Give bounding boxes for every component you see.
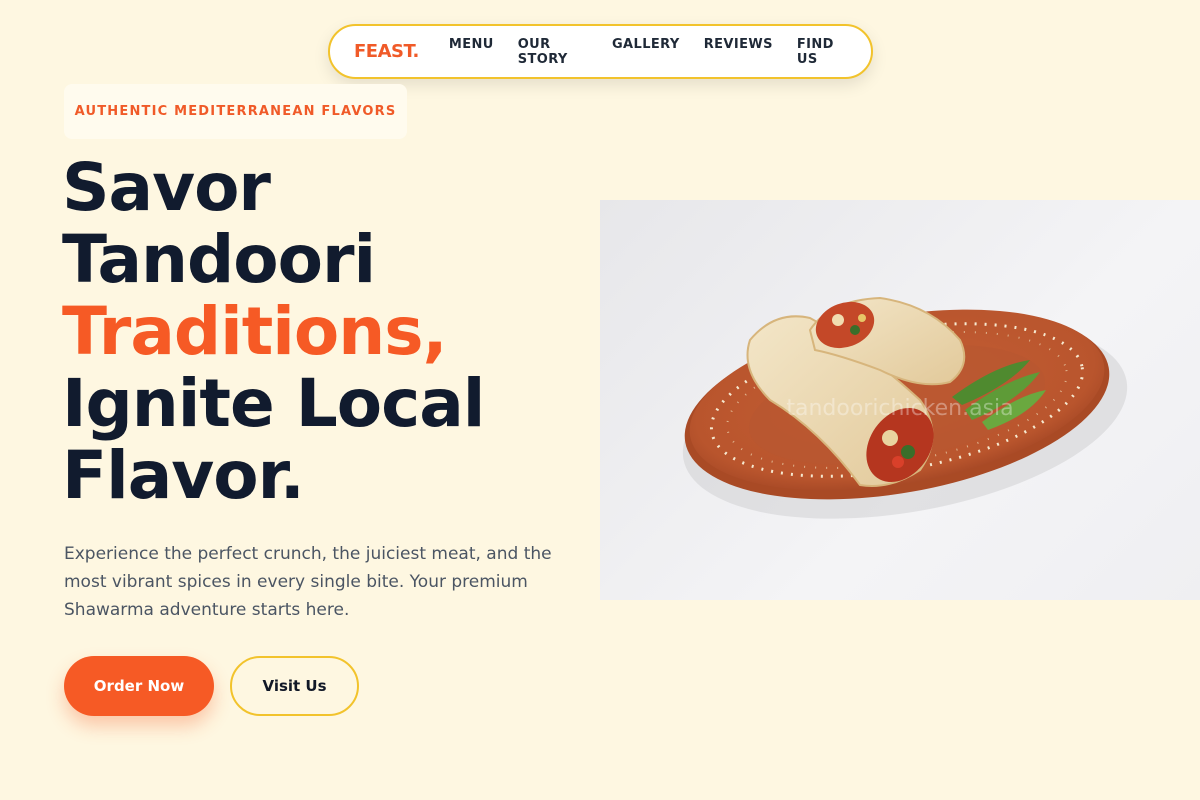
nav-links: MENU OUR STORY GALLERY REVIEWS FIND US xyxy=(449,37,847,67)
image-watermark: tandoorichicken.asia xyxy=(786,396,1013,421)
nav-link-reviews[interactable]: REVIEWS xyxy=(704,37,773,67)
headline-line-2: Tandoori xyxy=(62,221,376,298)
hero-food-image: tandoorichicken.asia xyxy=(600,200,1200,600)
nav-link-gallery[interactable]: GALLERY xyxy=(612,37,680,67)
nav-link-our-story[interactable]: OUR STORY xyxy=(518,37,588,67)
hero-description: Experience the perfect crunch, the juici… xyxy=(64,544,552,620)
headline-line-5: Flavor. xyxy=(62,437,305,514)
headline-line-3-accent: Traditions, xyxy=(62,293,448,370)
nav-link-find-us[interactable]: FIND US xyxy=(797,37,847,67)
hero-headline: Savor Tandoori Traditions, Ignite Local … xyxy=(62,152,582,512)
hero-badge: AUTHENTIC MEDITERRANEAN FLAVORS xyxy=(64,84,407,139)
headline-line-4: Ignite Local xyxy=(62,365,485,442)
visit-us-button[interactable]: Visit Us xyxy=(230,656,359,716)
brand-logo[interactable]: FEAST. xyxy=(354,41,419,62)
shawarma-plate-illustration: tandoorichicken.asia xyxy=(682,296,1128,519)
top-nav: FEAST. MENU OUR STORY GALLERY REVIEWS FI… xyxy=(328,24,873,79)
landing-page: FEAST. MENU OUR STORY GALLERY REVIEWS FI… xyxy=(0,0,1200,800)
order-now-button[interactable]: Order Now xyxy=(64,656,214,716)
headline-line-1: Savor xyxy=(62,149,271,226)
nav-link-menu[interactable]: MENU xyxy=(449,37,494,67)
